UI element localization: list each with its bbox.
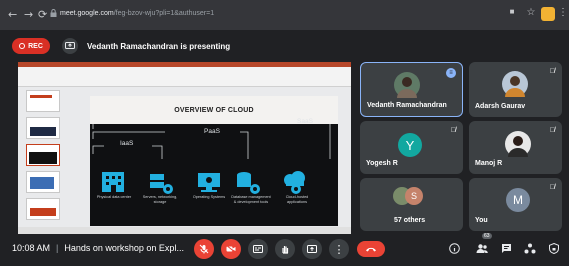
iaas-label: IaaS	[120, 140, 134, 147]
participant-tile-others[interactable]: S 57 others	[360, 178, 463, 231]
presenting-text: Vedanth Ramachandran is presenting	[87, 41, 231, 51]
server-gear-icon	[150, 174, 173, 194]
item-label-datacenter: Physical data center	[96, 195, 132, 199]
avatar	[502, 71, 528, 97]
participant-count-badge: 63	[482, 233, 492, 239]
info-icon	[448, 242, 460, 254]
slide-thumbnail	[26, 198, 60, 220]
participant-tile[interactable]: Y 🎙̸ Yogesh R	[360, 121, 463, 174]
chat-icon	[501, 243, 511, 253]
reload-icon[interactable]: ⟳	[38, 8, 47, 21]
participant-tile-presenter[interactable]: ≡ Vedanth Ramachandran	[360, 62, 463, 117]
participant-name: Yogesh R	[366, 160, 398, 167]
avatar	[394, 72, 420, 98]
more-vert-icon: ⋮	[333, 243, 345, 256]
raise-hand-button[interactable]	[275, 239, 295, 259]
url-host: meet.google.com	[60, 10, 114, 17]
app-statusbar	[18, 227, 351, 234]
bookmark-star-icon[interactable]: ☆	[524, 7, 538, 21]
menu-icon[interactable]: ⋮	[558, 7, 569, 21]
item-label-apps: Cloud-hosted applications	[285, 195, 309, 204]
item-label-database: Database management & development tools	[231, 195, 271, 204]
address-bar[interactable]: meet.google.com/feg-bzov-wju?pli=1&authu…	[60, 10, 214, 17]
shield-lock-icon	[549, 242, 559, 254]
forward-icon[interactable]: →	[24, 8, 33, 21]
people-icon	[476, 243, 488, 253]
slide-title: OVERVIEW OF CLOUD	[174, 106, 254, 114]
slide-thumbnails	[20, 90, 62, 230]
captions-icon	[253, 245, 263, 253]
people-button[interactable]	[474, 240, 490, 256]
participant-name: Manoj R	[475, 160, 503, 167]
monitor-gear-icon	[198, 173, 220, 192]
others-count: 57 others	[394, 217, 426, 224]
leave-call-button[interactable]	[357, 241, 385, 257]
present-screen-icon	[62, 38, 78, 54]
participant-name: You	[475, 217, 488, 224]
mic-off-icon: 🎙̸	[450, 127, 456, 134]
participant-name: Adarsh Gaurav	[475, 103, 526, 110]
back-icon[interactable]: ←	[8, 8, 17, 21]
host-controls-button[interactable]	[546, 240, 562, 256]
lock-icon	[50, 9, 57, 17]
meeting-title: Hands on workshop on Expl...	[64, 243, 184, 253]
record-dot-icon	[19, 43, 26, 49]
slide-thumbnail	[26, 117, 60, 139]
database-gear-icon	[237, 172, 260, 194]
recording-badge: REC	[12, 38, 50, 54]
building-icon	[102, 172, 124, 192]
mic-off-icon: 🎙̸	[549, 68, 555, 75]
hang-up-icon	[366, 247, 376, 252]
recording-label: REC	[28, 42, 43, 50]
captions-button[interactable]	[248, 239, 268, 259]
camera-toggle-button[interactable]	[221, 239, 241, 259]
present-now-button[interactable]	[302, 239, 322, 259]
avatar: Y	[398, 133, 422, 157]
participant-tile-self[interactable]: M 🎙̸ You	[469, 178, 562, 231]
meeting-info: 10:08 AM | Hands on workshop on Expl...	[12, 243, 184, 253]
extension-icon[interactable]	[541, 7, 555, 21]
paas-label: PaaS	[204, 128, 220, 135]
activities-button[interactable]	[522, 240, 538, 256]
mic-off-icon: 🎙̸	[549, 184, 555, 191]
chat-button[interactable]	[498, 240, 514, 256]
camera-off-icon	[226, 245, 236, 253]
avatar: M	[506, 188, 530, 212]
cloud-gear-icon	[284, 171, 305, 194]
browser-toolbar: ← → ⟳ meet.google.com/feg-bzov-wju?pli=1…	[0, 0, 569, 30]
mic-off-icon	[199, 244, 209, 254]
mic-toggle-button[interactable]	[194, 239, 214, 259]
hand-icon	[282, 246, 289, 254]
slide-thumbnail	[26, 171, 60, 193]
participant-tile[interactable]: 🎙̸ Adarsh Gaurav	[469, 62, 562, 117]
saas-label: SaaS	[297, 118, 313, 125]
meeting-details-button[interactable]	[446, 240, 462, 256]
item-label-servers: Servers, networking, storage	[142, 195, 178, 204]
slide-canvas: OVERVIEW OF CLOUD IaaS PaaS SaaS Physica…	[90, 96, 338, 226]
speaking-icon: ≡	[446, 68, 456, 78]
service-icons	[102, 171, 305, 194]
url-path: /feg-bzov-wju?pli=1&authuser=1	[113, 10, 215, 17]
avatar	[505, 131, 531, 157]
present-icon	[307, 245, 317, 253]
participant-name: Vedanth Ramachandran	[367, 102, 447, 109]
mic-off-icon: 🎙̸	[549, 127, 555, 134]
camera-indicator-icon[interactable]: ■	[505, 7, 519, 21]
participant-tile[interactable]: 🎙̸ Manoj R	[469, 121, 562, 174]
avatar: S	[405, 187, 423, 205]
slide-thumbnail-selected	[26, 144, 60, 166]
presenting-banner: Vedanth Ramachandran is presenting	[62, 37, 402, 55]
item-label-os: Operating Systems	[192, 195, 226, 199]
activities-icon	[524, 243, 536, 253]
meeting-time: 10:08 AM	[12, 243, 51, 253]
slide-thumbnail	[26, 90, 60, 112]
more-options-button[interactable]: ⋮	[329, 239, 349, 259]
app-ribbon	[18, 67, 351, 87]
shared-screen: OVERVIEW OF CLOUD IaaS PaaS SaaS Physica…	[18, 62, 351, 234]
